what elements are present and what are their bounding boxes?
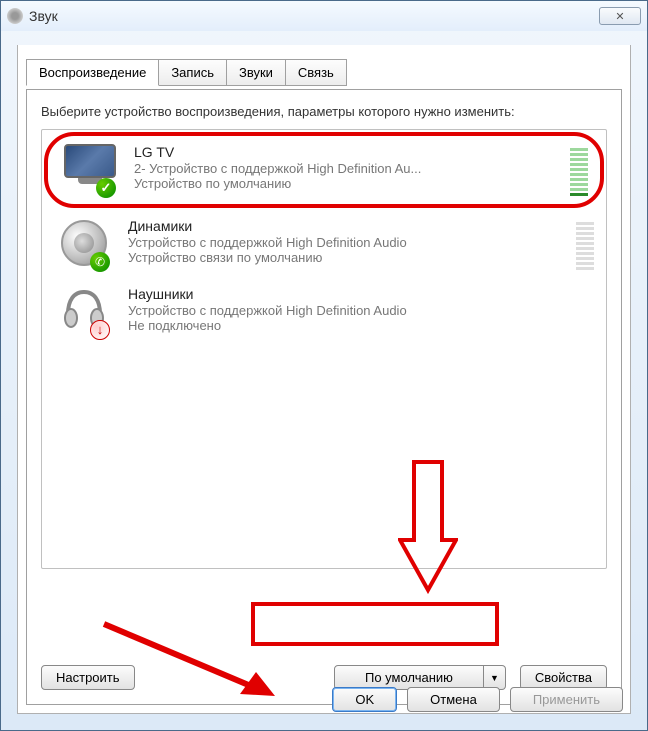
titlebar[interactable]: Звук ✕ bbox=[1, 1, 647, 31]
device-desc: Устройство с поддержкой High Definition … bbox=[128, 235, 568, 250]
device-desc: 2- Устройство с поддержкой High Definiti… bbox=[134, 161, 562, 176]
device-name: Наушники bbox=[128, 286, 594, 302]
device-name: LG TV bbox=[134, 144, 562, 160]
device-status: Устройство связи по умолчанию bbox=[128, 250, 568, 265]
ok-button[interactable]: OK bbox=[332, 687, 397, 712]
speaker-icon bbox=[54, 218, 114, 270]
comm-default-badge bbox=[90, 252, 110, 272]
tab-recording[interactable]: Запись bbox=[159, 59, 227, 86]
device-row[interactable]: Динамики Устройство с поддержкой High De… bbox=[42, 210, 606, 278]
apply-button[interactable]: Применить bbox=[510, 687, 623, 712]
monitor-icon bbox=[60, 144, 120, 196]
device-row[interactable]: Наушники Устройство с поддержкой High De… bbox=[42, 278, 606, 346]
dialog-button-row: OK Отмена Применить bbox=[332, 687, 623, 712]
tab-label: Связь bbox=[298, 65, 334, 80]
tab-label: Звуки bbox=[239, 65, 273, 80]
tab-playback[interactable]: Воспроизведение bbox=[26, 59, 159, 86]
level-meter bbox=[570, 144, 588, 196]
tab-strip: Воспроизведение Запись Звуки Связь bbox=[18, 45, 630, 86]
close-button[interactable]: ✕ bbox=[599, 7, 641, 25]
tab-label: Воспроизведение bbox=[39, 65, 146, 80]
device-row[interactable]: LG TV 2- Устройство с поддержкой High De… bbox=[44, 132, 604, 208]
device-status: Устройство по умолчанию bbox=[134, 176, 562, 191]
device-status: Не подключено bbox=[128, 318, 594, 333]
tab-sounds[interactable]: Звуки bbox=[227, 59, 286, 86]
sound-icon bbox=[7, 8, 23, 24]
configure-button[interactable]: Настроить bbox=[41, 665, 135, 690]
device-list[interactable]: LG TV 2- Устройство с поддержкой High De… bbox=[41, 129, 607, 569]
dialog-content: Воспроизведение Запись Звуки Связь Выбер… bbox=[17, 45, 631, 714]
device-name: Динамики bbox=[128, 218, 568, 234]
cancel-button[interactable]: Отмена bbox=[407, 687, 500, 712]
playback-panel: Выберите устройство воспроизведения, пар… bbox=[26, 89, 622, 705]
headphone-icon bbox=[54, 286, 114, 338]
tab-communications[interactable]: Связь bbox=[286, 59, 347, 86]
instruction-text: Выберите устройство воспроизведения, пар… bbox=[41, 104, 607, 121]
level-meter bbox=[576, 218, 594, 270]
sound-dialog-window: Звук ✕ Воспроизведение Запись Звуки Связ… bbox=[0, 0, 648, 731]
tab-label: Запись bbox=[171, 65, 214, 80]
disconnected-badge bbox=[90, 320, 110, 340]
default-check-badge bbox=[96, 178, 116, 198]
device-desc: Устройство с поддержкой High Definition … bbox=[128, 303, 594, 318]
window-title: Звук bbox=[29, 8, 599, 24]
